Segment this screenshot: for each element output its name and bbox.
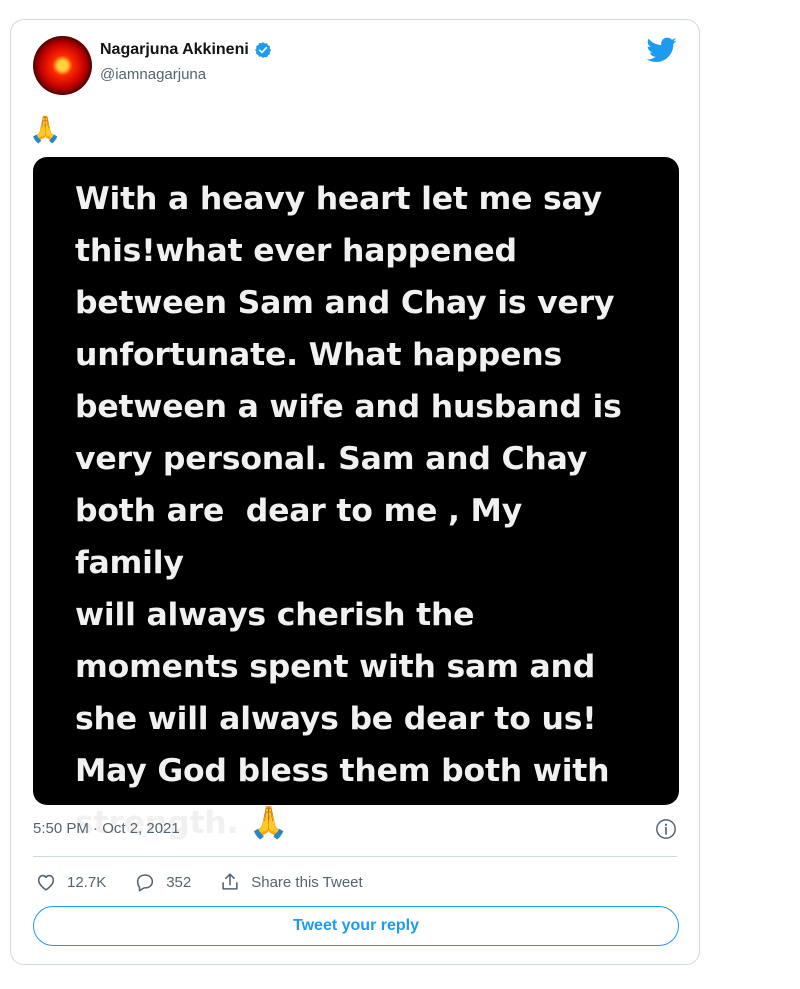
tweet-timestamp[interactable]: 5:50 PM · Oct 2, 2021 [33, 820, 180, 837]
author-name[interactable]: Nagarjuna Akkineni [100, 41, 249, 59]
verified-badge-icon [254, 42, 271, 58]
share-label: Share this Tweet [251, 873, 363, 891]
reply-count: 352 [166, 873, 192, 891]
twitter-bird-icon[interactable] [647, 37, 677, 63]
reply-action[interactable]: 352 [134, 871, 191, 893]
like-action[interactable]: 12.7K [35, 871, 106, 893]
heart-icon [37, 874, 55, 891]
share-action[interactable]: Share this Tweet [219, 871, 363, 893]
author-handle[interactable]: @iamnagarjuna [100, 66, 206, 83]
tweet-text: 🙏 [29, 114, 62, 144]
media-image-text: With a heavy heart let me say this!what … [75, 181, 622, 841]
author-name-row: Nagarjuna Akkineni [100, 41, 272, 59]
info-icon[interactable] [655, 818, 677, 840]
share-icon [222, 873, 238, 890]
author-avatar[interactable] [33, 36, 92, 95]
tweet-actions: 12.7K 352 Share this Tweet [35, 871, 391, 893]
tweet-card: Nagarjuna Akkineni @iamnagarjuna 🙏 With … [10, 19, 700, 965]
like-count: 12.7K [67, 873, 107, 891]
tweet-reply-button[interactable]: Tweet your reply [33, 906, 679, 946]
tweet-media-image[interactable]: With a heavy heart let me say this!what … [33, 157, 679, 841]
divider [33, 856, 677, 857]
reply-bubble-icon [137, 874, 154, 892]
